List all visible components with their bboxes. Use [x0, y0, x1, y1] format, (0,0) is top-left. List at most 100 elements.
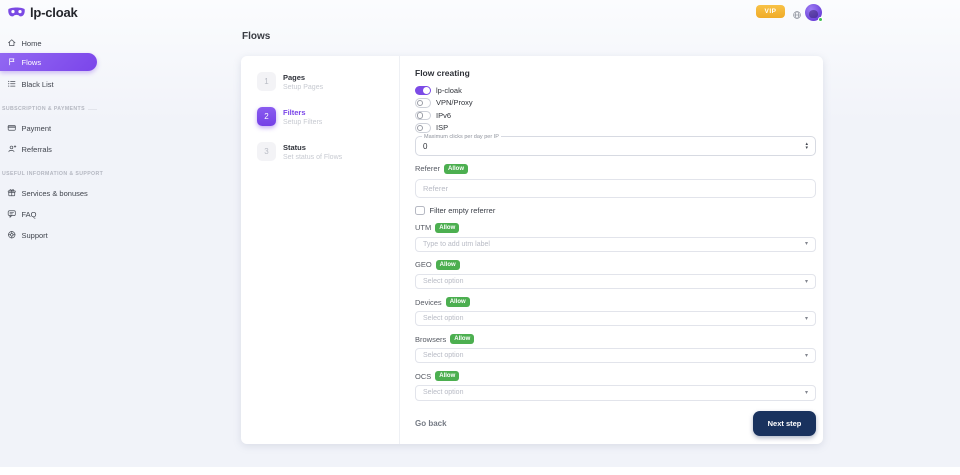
app-root: lp-cloak Home Flows Black List SUBSCRIPT… — [0, 0, 960, 475]
caret-down-icon: ▾ — [805, 390, 808, 396]
page-title: Flows — [242, 31, 270, 42]
sidebar-section-useful: USEFUL INFORMATION & SUPPORT — [2, 171, 97, 177]
sidebar-item-flows[interactable]: Flows — [0, 53, 97, 71]
sidebar-item-label: Support — [22, 231, 48, 240]
devices-label-row: Devices Allow — [415, 297, 816, 307]
step-subtitle: Setup Filters — [283, 119, 322, 126]
brand-logo[interactable]: lp-cloak — [7, 5, 78, 20]
devices-label: Devices — [415, 298, 442, 307]
ocs-allow-badge[interactable]: Allow — [435, 371, 459, 381]
sidebar-item-faq[interactable]: FAQ — [0, 207, 98, 221]
step-title: Status — [283, 142, 342, 152]
language-globe-button[interactable] — [792, 7, 802, 17]
step-number: 2 — [257, 107, 276, 126]
support-icon — [7, 230, 17, 240]
sidebar-item-black-list[interactable]: Black List — [0, 77, 98, 91]
form-title: Flow creating — [415, 68, 816, 78]
sidebar-item-services[interactable]: Services & bonuses — [0, 186, 98, 200]
devices-placeholder: Select option — [423, 315, 805, 322]
flows-icon — [7, 57, 17, 67]
form-footer: Go back Next step — [415, 411, 816, 436]
next-step-button[interactable]: Next step — [753, 411, 816, 436]
filter-empty-checkbox[interactable] — [415, 206, 425, 216]
user-avatar[interactable] — [805, 4, 822, 21]
toggle-switch-off[interactable] — [415, 98, 431, 108]
step-subtitle: Setup Pages — [283, 84, 323, 91]
max-clicks-field[interactable]: Maximum clicks per day per IP 0 ▴ ▾ — [415, 136, 816, 156]
blacklist-icon — [7, 79, 17, 89]
sidebar-item-label: Services & bonuses — [22, 189, 88, 198]
geo-select[interactable]: Select option ▾ — [415, 274, 816, 290]
referer-label: Referer — [415, 164, 440, 173]
services-icon — [7, 188, 17, 198]
toggle-isp[interactable]: ISP — [415, 122, 816, 135]
sidebar-section-subscription: SUBSCRIPTION & PAYMENTS — [2, 106, 97, 112]
flow-form: Flow creating lp-cloak VPN/Proxy IPv6 IS… — [415, 56, 816, 436]
footer-bar — [0, 467, 960, 475]
referer-input[interactable] — [415, 179, 816, 198]
devices-select[interactable]: Select option ▾ — [415, 311, 816, 327]
step-number: 1 — [257, 72, 276, 91]
referer-label-row: Referer Allow — [415, 164, 816, 174]
browsers-placeholder: Select option — [423, 352, 805, 359]
toggle-knob — [423, 87, 431, 95]
caret-down-icon: ▾ — [805, 316, 808, 322]
toggle-label: IPv6 — [436, 111, 451, 120]
sidebar-item-label: Home — [22, 39, 42, 48]
step-number: 3 — [257, 142, 276, 161]
toggle-ipv6[interactable]: IPv6 — [415, 109, 816, 122]
sidebar-item-label: Referrals — [22, 145, 52, 154]
toggle-switch-on[interactable] — [415, 86, 431, 96]
sidebar: lp-cloak Home Flows Black List SUBSCRIPT… — [0, 0, 98, 475]
sidebar-item-label: Flows — [22, 58, 42, 67]
stepper-down-icon[interactable]: ▾ — [805, 146, 808, 151]
flow-card: 1 Pages Setup Pages 2 Filters Setup Filt… — [241, 56, 823, 444]
ocs-placeholder: Select option — [423, 389, 805, 396]
sidebar-item-label: Black List — [22, 80, 54, 89]
devices-allow-badge[interactable]: Allow — [446, 297, 470, 307]
step-pages[interactable]: 1 Pages Setup Pages — [257, 72, 323, 91]
sidebar-item-label: Payment — [22, 124, 52, 133]
toggle-lp-cloak[interactable]: lp-cloak — [415, 84, 816, 97]
browsers-label-row: Browsers Allow — [415, 334, 816, 344]
geo-allow-badge[interactable]: Allow — [436, 260, 460, 270]
utm-placeholder: Type to add utm label — [423, 241, 805, 248]
step-title: Pages — [283, 72, 323, 82]
toggle-vpn-proxy[interactable]: VPN/Proxy — [415, 97, 816, 110]
geo-label: GEO — [415, 260, 432, 269]
go-back-button[interactable]: Go back — [415, 419, 447, 428]
ocs-select[interactable]: Select option ▾ — [415, 385, 816, 401]
max-clicks-value[interactable]: 0 — [423, 142, 805, 151]
step-status[interactable]: 3 Status Set status of Flows — [257, 142, 342, 161]
utm-allow-badge[interactable]: Allow — [435, 223, 459, 233]
sidebar-item-label: FAQ — [22, 210, 37, 219]
online-status-dot — [818, 17, 823, 22]
sidebar-item-support[interactable]: Support — [0, 228, 98, 242]
caret-down-icon: ▾ — [805, 241, 808, 247]
toggle-knob — [417, 100, 424, 107]
toggle-switch-off[interactable] — [415, 123, 431, 133]
browsers-allow-badge[interactable]: Allow — [450, 334, 474, 344]
browsers-select[interactable]: Select option ▾ — [415, 348, 816, 364]
toggle-label: ISP — [436, 123, 448, 132]
geo-placeholder: Select option — [423, 278, 805, 285]
sidebar-item-home[interactable]: Home — [0, 36, 98, 50]
brand-name: lp-cloak — [30, 5, 78, 20]
ocs-label: OCS — [415, 372, 431, 381]
ocs-label-row: OCS Allow — [415, 371, 816, 381]
sidebar-item-payment[interactable]: Payment — [0, 121, 98, 135]
toggle-label: lp-cloak — [436, 86, 462, 95]
vip-button[interactable]: VIP — [756, 5, 785, 18]
globe-icon — [792, 10, 802, 20]
caret-down-icon: ▾ — [805, 353, 808, 359]
toggle-switch-off[interactable] — [415, 111, 431, 121]
utm-input[interactable]: Type to add utm label ▾ — [415, 237, 816, 253]
number-stepper[interactable]: ▴ ▾ — [805, 142, 808, 151]
sidebar-item-referrals[interactable]: Referrals — [0, 142, 98, 156]
toggle-label: VPN/Proxy — [436, 98, 473, 107]
mask-icon — [7, 6, 26, 20]
step-filters[interactable]: 2 Filters Setup Filters — [257, 107, 322, 126]
step-title: Filters — [283, 107, 322, 117]
referer-allow-badge[interactable]: Allow — [444, 164, 468, 174]
filter-empty-referrer-row[interactable]: Filter empty referrer — [415, 206, 816, 216]
